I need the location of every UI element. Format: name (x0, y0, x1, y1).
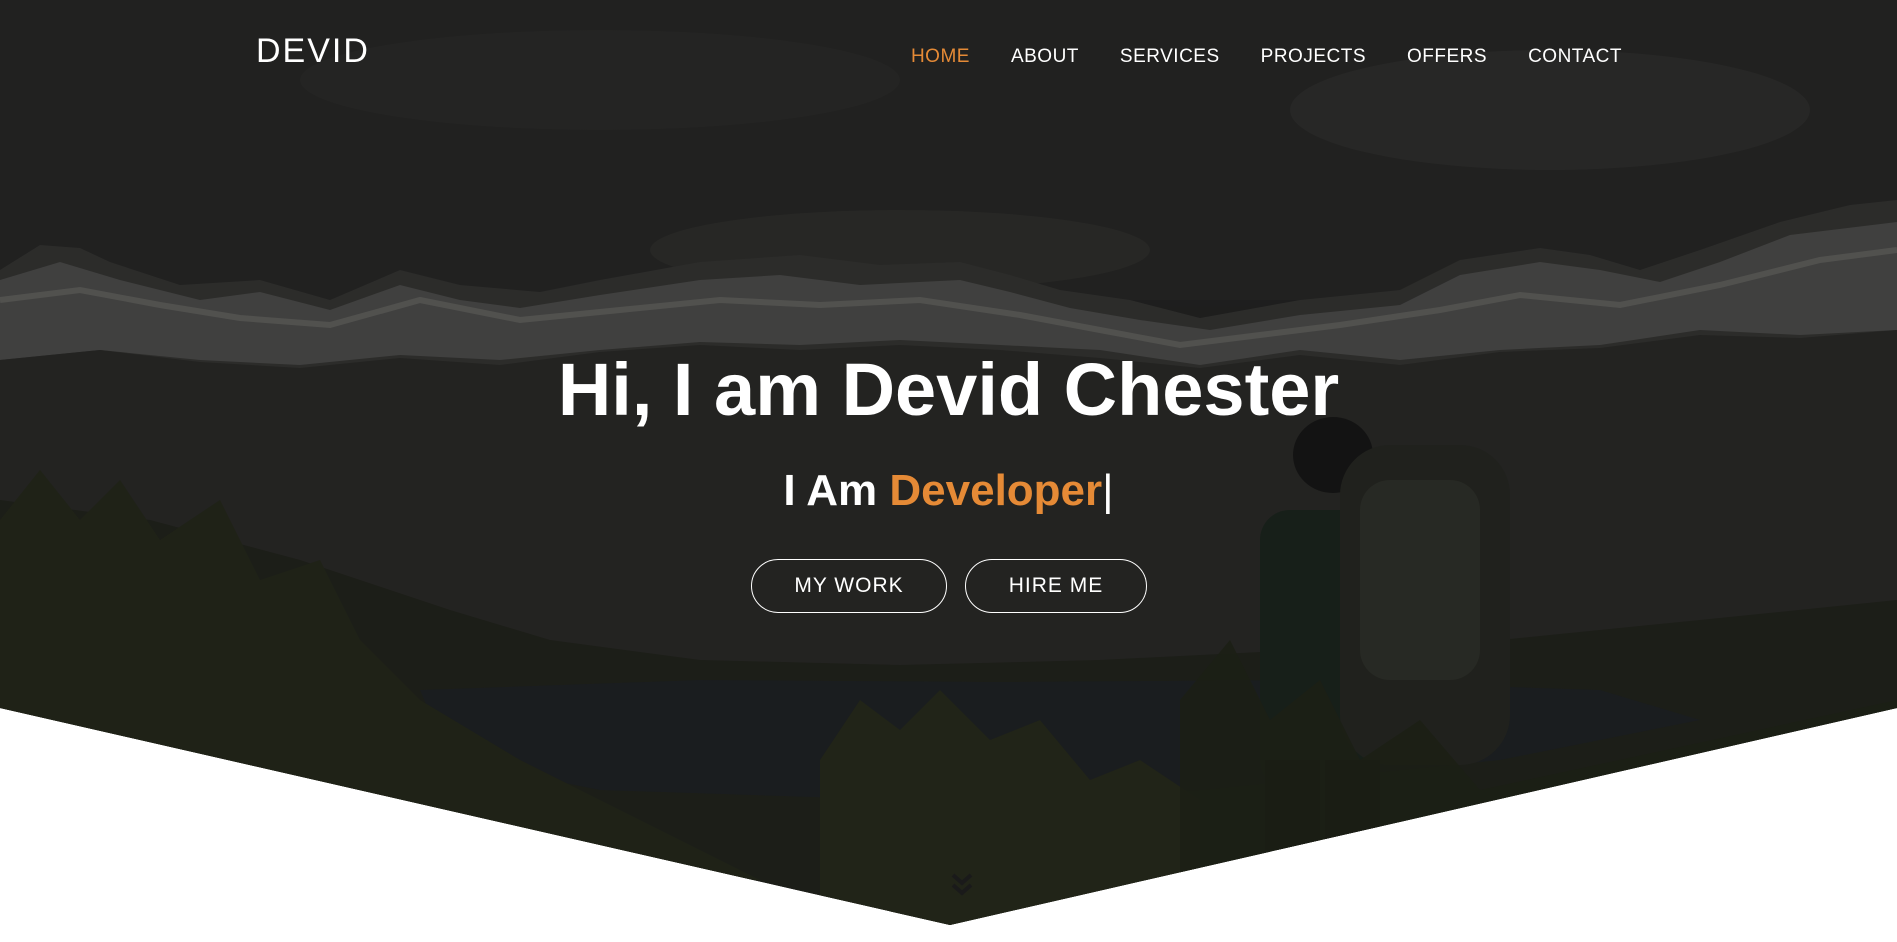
typing-cursor: | (1102, 466, 1114, 515)
nav-contact[interactable]: CONTACT (1528, 46, 1622, 68)
nav-about[interactable]: ABOUT (1011, 46, 1079, 68)
page: DEVID HOME ABOUT SERVICES PROJECTS OFFER… (0, 0, 1897, 942)
subline-prefix: I Am (783, 466, 890, 515)
double-chevron-down-icon[interactable] (951, 872, 973, 898)
nav-offers[interactable]: OFFERS (1407, 46, 1487, 68)
hero-subline: I Am Developer| (0, 466, 1897, 516)
my-work-button[interactable]: MY WORK (751, 559, 947, 613)
hire-me-button[interactable]: HIRE ME (965, 559, 1147, 613)
nav-projects[interactable]: PROJECTS (1261, 46, 1366, 68)
nav-services[interactable]: SERVICES (1120, 46, 1220, 68)
nav-home[interactable]: HOME (911, 46, 970, 68)
site-logo[interactable]: DEVID (256, 32, 370, 71)
typed-role-text: Developer (889, 466, 1103, 515)
hero-buttons: MY WORK HIRE ME (751, 559, 1147, 613)
hero-headline: Hi, I am Devid Chester (557, 348, 1340, 431)
main-nav: HOME ABOUT SERVICES PROJECTS OFFERS CONT… (870, 46, 1622, 68)
